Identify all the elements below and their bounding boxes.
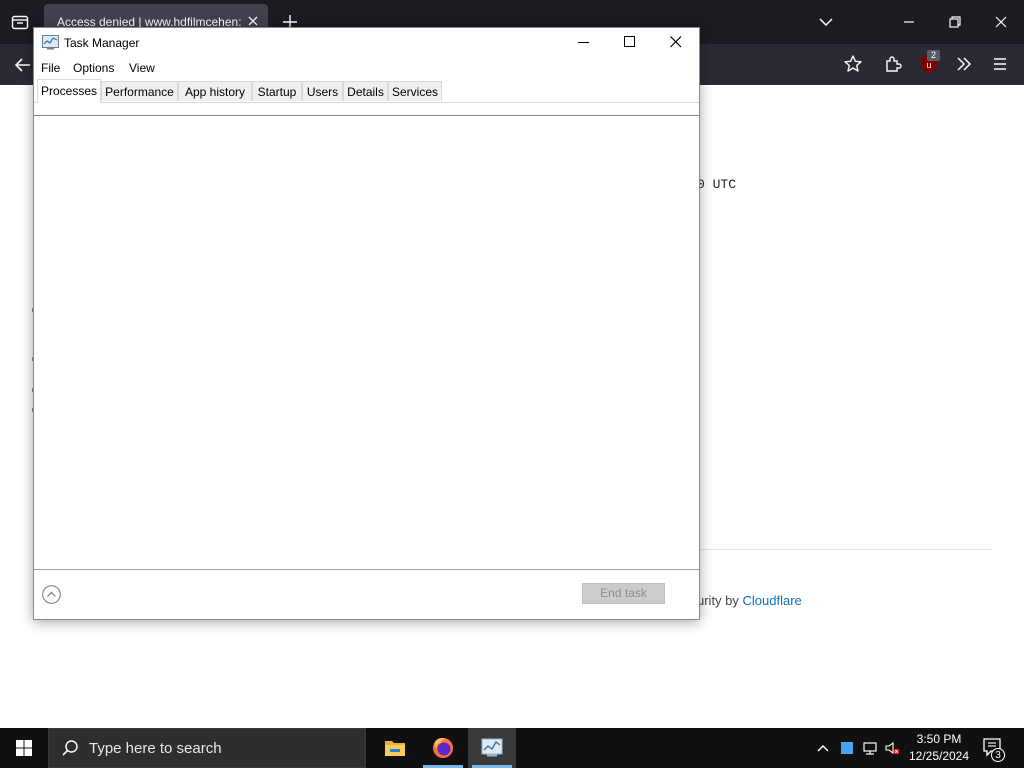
tab-strip-line: [34, 102, 699, 103]
tab-startup[interactable]: Startup: [252, 81, 302, 101]
ublock-badge: 2: [927, 50, 940, 61]
menu-bar: File Options View: [34, 57, 699, 79]
task-manager-window: Task Manager File Options View Processes…: [33, 27, 700, 620]
search-icon: [61, 739, 79, 757]
svg-text:u: u: [926, 60, 931, 70]
more-tools-icon[interactable]: [953, 53, 975, 75]
search-placeholder: Type here to search: [89, 740, 222, 757]
network-icon[interactable]: [862, 740, 878, 756]
firefox-button[interactable]: [419, 728, 467, 768]
notification-count-badge: 3: [991, 748, 1005, 762]
menu-options[interactable]: Options: [73, 61, 114, 75]
chevron-up-icon[interactable]: [815, 740, 831, 756]
process-list-area[interactable]: [34, 116, 699, 569]
task-manager-taskbar-button[interactable]: [468, 728, 516, 768]
task-manager-titlebar[interactable]: Task Manager: [34, 28, 699, 57]
taskbar: Type here to search 3:50 PM 12/25/2024 3: [0, 728, 1024, 768]
tab-services[interactable]: Services: [388, 81, 442, 101]
tab-processes[interactable]: Processes: [37, 79, 101, 103]
bookmark-star-icon[interactable]: [842, 53, 864, 75]
firefox-icon: [433, 738, 453, 758]
volume-muted-icon[interactable]: [884, 740, 900, 756]
tab-strip: Processes Performance App history Startu…: [34, 79, 699, 103]
clock-date: 12/25/2024: [908, 749, 970, 763]
back-arrow-icon[interactable]: [12, 54, 34, 76]
taskbar-search-box[interactable]: Type here to search: [48, 728, 366, 768]
ray-id-timestamp: 0 UTC: [697, 177, 737, 192]
close-button[interactable]: [653, 28, 699, 57]
close-icon[interactable]: [989, 10, 1013, 34]
task-manager-icon: [481, 738, 503, 757]
minimize-button[interactable]: [561, 28, 607, 57]
chevron-down-icon[interactable]: [814, 10, 838, 34]
taskbar-clock[interactable]: 3:50 PM 12/25/2024: [903, 731, 975, 765]
clock-time: 3:50 PM: [916, 732, 962, 746]
task-manager-icon: [42, 35, 59, 50]
fewer-details-icon[interactable]: [42, 585, 61, 604]
tab-performance[interactable]: Performance: [101, 81, 178, 101]
file-explorer-button[interactable]: [371, 728, 419, 768]
tab-app-history[interactable]: App history: [178, 81, 252, 101]
maximize-button[interactable]: [607, 28, 653, 57]
footer-prefix: urity by: [697, 593, 739, 608]
footer-divider: [34, 569, 699, 570]
tab-list-icon[interactable]: [10, 12, 30, 32]
tray-app-icon[interactable]: [839, 740, 855, 756]
menu-file[interactable]: File: [41, 61, 60, 75]
cloudflare-link[interactable]: Cloudflare: [743, 593, 802, 608]
extensions-icon[interactable]: [882, 53, 904, 75]
start-button[interactable]: [0, 728, 48, 768]
file-explorer-icon: [385, 741, 405, 756]
end-task-button[interactable]: End task: [582, 583, 665, 604]
restore-icon[interactable]: [943, 10, 967, 34]
tab-close-icon[interactable]: [246, 14, 260, 28]
page-footer: urity by Cloudflare: [697, 593, 802, 608]
page-divider: [700, 549, 992, 550]
minimize-icon[interactable]: [897, 10, 921, 34]
tab-details[interactable]: Details: [343, 81, 388, 101]
window-title: Task Manager: [64, 36, 140, 50]
tab-users[interactable]: Users: [302, 81, 343, 101]
hamburger-menu-icon[interactable]: [989, 53, 1011, 75]
menu-view[interactable]: View: [129, 61, 155, 75]
